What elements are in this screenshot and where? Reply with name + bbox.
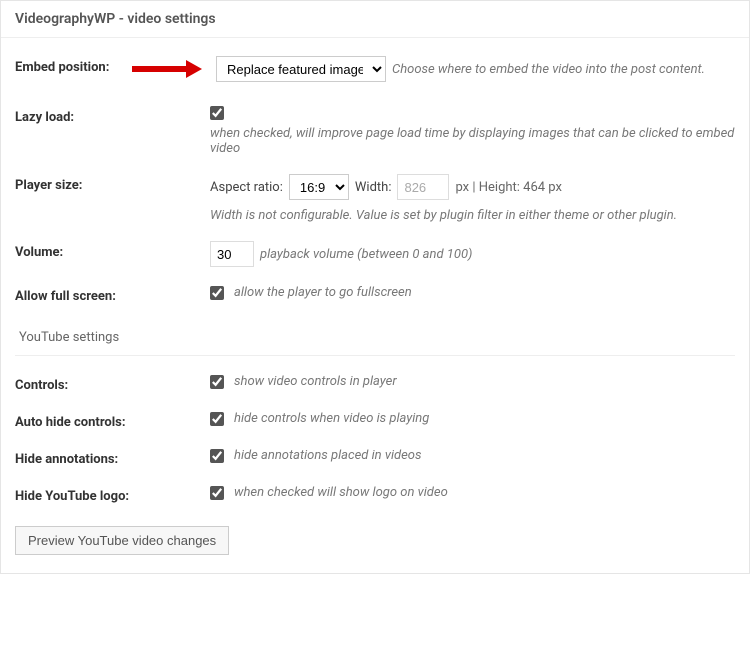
autohide-checkbox[interactable] [210, 412, 224, 426]
annotations-checkbox[interactable] [210, 449, 224, 463]
player-size-note: Width is not configurable. Value is set … [210, 208, 677, 223]
lazy-load-label: Lazy load: [15, 106, 210, 125]
embed-position-select[interactable]: Replace featured image [216, 56, 386, 82]
width-input [397, 174, 449, 200]
lazy-load-row: Lazy load: when checked, will improve pa… [15, 88, 735, 156]
volume-input[interactable] [210, 241, 254, 267]
annotations-row: Hide annotations: hide annotations place… [15, 430, 735, 467]
embed-position-hint: Choose where to embed the video into the… [392, 62, 705, 77]
autohide-row: Auto hide controls: hide controls when v… [15, 393, 735, 430]
logo-row: Hide YouTube logo: when checked will sho… [15, 467, 735, 504]
preview-youtube-button[interactable]: Preview YouTube video changes [15, 526, 229, 555]
controls-hint: show video controls in player [234, 374, 397, 389]
fullscreen-checkbox[interactable] [210, 286, 224, 300]
controls-label: Controls: [15, 374, 210, 393]
video-settings-panel: VideographyWP - video settings Embed pos… [0, 0, 750, 574]
annotations-hint: hide annotations placed in videos [234, 448, 422, 463]
aspect-ratio-select[interactable]: 16:9 [289, 174, 349, 200]
autohide-label: Auto hide controls: [15, 411, 210, 430]
logo-hint: when checked will show logo on video [234, 485, 448, 500]
logo-label: Hide YouTube logo: [15, 485, 210, 504]
youtube-settings-subheader: YouTube settings [15, 330, 735, 356]
controls-row: Controls: show video controls in player [15, 356, 735, 393]
volume-row: Volume: playback volume (between 0 and 1… [15, 223, 735, 267]
embed-position-row: Embed position: Replace featured image C… [15, 38, 735, 82]
player-size-row: Player size: Aspect ratio: 16:9 Width: p… [15, 156, 735, 223]
lazy-load-checkbox[interactable] [210, 106, 224, 120]
logo-checkbox[interactable] [210, 486, 224, 500]
fullscreen-label: Allow full screen: [15, 285, 210, 304]
volume-hint: playback volume (between 0 and 100) [260, 247, 472, 262]
autohide-hint: hide controls when video is playing [234, 411, 429, 426]
width-label: Width: [355, 180, 392, 195]
annotations-label: Hide annotations: [15, 448, 210, 467]
panel-title: VideographyWP - video settings [1, 1, 749, 38]
fullscreen-row: Allow full screen: allow the player to g… [15, 267, 735, 304]
red-arrow-icon [132, 62, 202, 76]
fullscreen-hint: allow the player to go fullscreen [234, 285, 412, 300]
lazy-load-hint: when checked, will improve page load tim… [210, 126, 735, 156]
px-height-text: px | Height: 464 px [455, 180, 562, 195]
aspect-ratio-label: Aspect ratio: [210, 180, 283, 195]
controls-checkbox[interactable] [210, 375, 224, 389]
volume-label: Volume: [15, 241, 210, 260]
player-size-label: Player size: [15, 174, 210, 193]
